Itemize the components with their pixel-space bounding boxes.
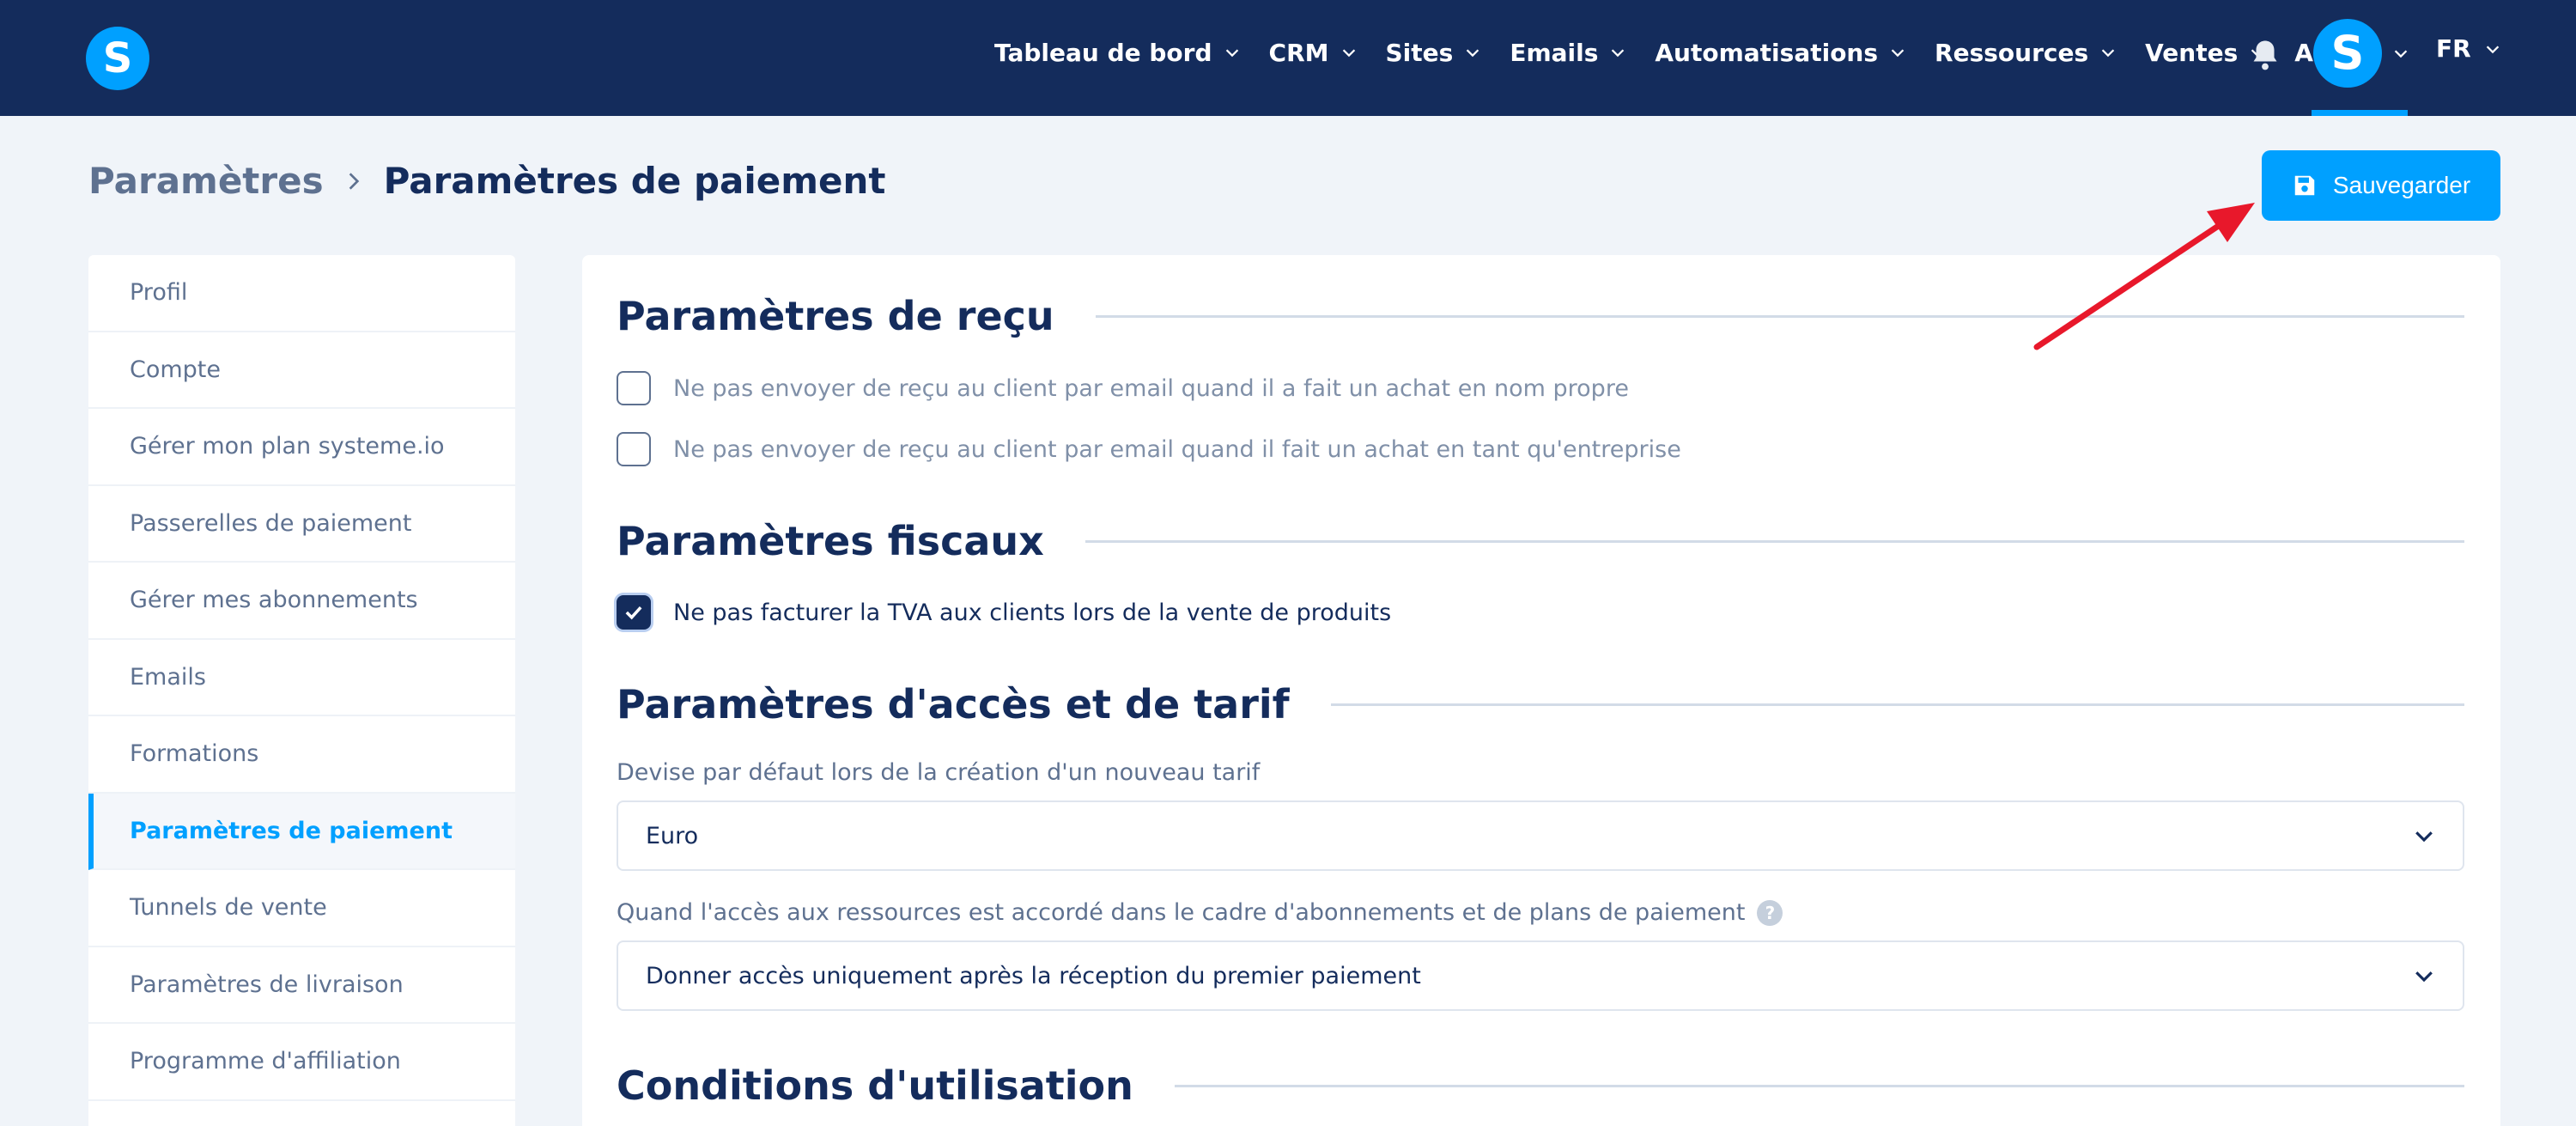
- page-title: Paramètres de paiement: [383, 160, 886, 202]
- select-value: Euro: [646, 822, 699, 849]
- user-avatar[interactable]: S: [2313, 19, 2382, 88]
- breadcrumb: Paramètres Paramètres de paiement: [88, 160, 885, 202]
- receipt-option-company[interactable]: Ne pas envoyer de reçu au client par ema…: [617, 432, 1681, 466]
- field-label-text: Devise par défaut lors de la création d'…: [617, 759, 1261, 786]
- access-label: Quand l'accès aux ressources est accordé…: [617, 899, 1783, 926]
- chevron-down-icon: [1467, 49, 1479, 58]
- checkbox[interactable]: [617, 595, 651, 630]
- nav-item-sites[interactable]: Sites: [1386, 39, 1483, 67]
- section-divider: [1174, 1084, 2464, 1087]
- currency-select[interactable]: Euro: [617, 800, 2464, 871]
- section-access: Paramètres d'accès et de tarif: [617, 681, 2464, 727]
- checkbox[interactable]: [617, 432, 651, 466]
- sidebar-item-label: Passerelles de paiement: [130, 509, 412, 537]
- nav-item-label: Ventes: [2145, 38, 2239, 67]
- nav-item-automations[interactable]: Automatisations: [1655, 39, 1907, 67]
- section-divider: [1330, 703, 2464, 706]
- settings-sidebar: Profil Compte Gérer mon plan systeme.io …: [88, 255, 515, 1126]
- chevron-down-icon: [2101, 49, 2115, 58]
- nav-item-label: CRM: [1268, 38, 1329, 67]
- sidebar-item-courses[interactable]: Formations: [88, 716, 515, 794]
- receipt-option-personal[interactable]: Ne pas envoyer de reçu au client par ema…: [617, 371, 1629, 405]
- sidebar-item-label: Compte: [130, 356, 222, 383]
- nav-item-resources[interactable]: Ressources: [1935, 39, 2117, 67]
- currency-label: Devise par défaut lors de la création d'…: [617, 759, 1260, 786]
- sidebar-item-payment-gateways[interactable]: Passerelles de paiement: [88, 486, 515, 563]
- section-title: Paramètres de reçu: [617, 293, 1054, 339]
- nav-item-emails[interactable]: Emails: [1510, 39, 1627, 67]
- sidebar-item-account[interactable]: Compte: [88, 332, 515, 409]
- section-title: Conditions d'utilisation: [617, 1062, 1133, 1109]
- nav-item-crm[interactable]: CRM: [1269, 39, 1358, 67]
- section-divider: [1084, 539, 2464, 543]
- chevron-down-icon: [1225, 49, 1238, 58]
- section-divider: [1095, 314, 2464, 318]
- language-selector[interactable]: FR: [2436, 34, 2502, 63]
- floppy-disk-icon: [2294, 175, 2315, 196]
- chevron-down-icon: [2486, 45, 2499, 53]
- access-select[interactable]: Donner accès uniquement après la récepti…: [617, 940, 2464, 1011]
- sidebar-item-label: Profil: [130, 279, 188, 307]
- sidebar-item-label: Paramètres de paiement: [130, 817, 453, 844]
- top-navbar: S Tableau de bord CRM Sites Emails Autom…: [0, 0, 2576, 116]
- sidebar-item-label: Paramètres de livraison: [130, 971, 404, 998]
- chevron-down-icon: [1612, 49, 1625, 58]
- fiscal-option-no-vat[interactable]: Ne pas facturer la TVA aux clients lors …: [617, 595, 1391, 630]
- section-terms: Conditions d'utilisation: [617, 1062, 2464, 1109]
- sidebar-item-plan[interactable]: Gérer mon plan systeme.io: [88, 409, 515, 486]
- nav-item-label: Emails: [1510, 38, 1599, 67]
- settings-panel: Paramètres de reçu Ne pas envoyer de reç…: [582, 255, 2500, 1126]
- sidebar-item-label: Programme d'affiliation: [130, 1048, 401, 1075]
- sidebar-item-emails[interactable]: Emails: [88, 640, 515, 716]
- sidebar-item-affiliate[interactable]: Programme d'affiliation: [88, 1024, 515, 1101]
- help-icon[interactable]: ?: [1757, 899, 1783, 926]
- chevron-down-icon[interactable]: [2391, 44, 2410, 63]
- systeme-logo[interactable]: S: [86, 27, 149, 90]
- section-receipt: Paramètres de reçu: [617, 293, 2464, 339]
- sidebar-item-label: Gérer mon plan systeme.io: [130, 433, 445, 460]
- checkbox-label: Ne pas envoyer de reçu au client par ema…: [673, 435, 1681, 463]
- sidebar-item-funnels[interactable]: Tunnels de vente: [88, 870, 515, 947]
- checkbox-label: Ne pas facturer la TVA aux clients lors …: [673, 599, 1392, 626]
- check-icon: [625, 606, 642, 620]
- chevron-down-icon: [1342, 49, 1355, 58]
- main-nav: Tableau de bord CRM Sites Emails Automat…: [994, 0, 2355, 105]
- chevron-right-icon: [349, 172, 359, 190]
- language-label: FR: [2436, 34, 2471, 63]
- sidebar-item-label: Tunnels de vente: [130, 894, 327, 922]
- sidebar-item-payment-settings[interactable]: Paramètres de paiement: [88, 793, 515, 870]
- section-title: Paramètres d'accès et de tarif: [617, 681, 1290, 727]
- breadcrumb-parent[interactable]: Paramètres: [88, 160, 324, 202]
- select-value: Donner accès uniquement après la récepti…: [646, 962, 1421, 989]
- sidebar-item-label: Emails: [130, 663, 206, 691]
- sidebar-item-subscriptions[interactable]: Gérer mes abonnements: [88, 563, 515, 640]
- save-button[interactable]: Sauvegarder: [2262, 150, 2500, 221]
- section-fiscal: Paramètres fiscaux: [617, 518, 2464, 564]
- active-indicator: [2312, 110, 2408, 116]
- nav-item-label: Ressources: [1935, 38, 2089, 67]
- field-label-text: Quand l'accès aux ressources est accordé…: [617, 899, 1746, 926]
- sidebar-item-label: Formations: [130, 740, 259, 768]
- checkbox[interactable]: [617, 371, 651, 405]
- sidebar-item-profile[interactable]: Profil: [88, 255, 515, 332]
- nav-item-label: Automatisations: [1655, 38, 1879, 67]
- section-title: Paramètres fiscaux: [617, 518, 1044, 564]
- sidebar-item-label: Gérer mes abonnements: [130, 587, 418, 614]
- checkbox-label: Ne pas envoyer de reçu au client par ema…: [673, 374, 1629, 402]
- save-button-label: Sauvegarder: [2332, 172, 2471, 198]
- sidebar-item-shipping[interactable]: Paramètres de livraison: [88, 947, 515, 1024]
- bell-icon[interactable]: [2250, 38, 2281, 72]
- nav-item-label: Sites: [1385, 38, 1454, 67]
- chevron-down-icon: [1891, 49, 1905, 58]
- chevron-down-icon: [2415, 971, 2433, 983]
- nav-item-label: Tableau de bord: [994, 38, 1212, 67]
- chevron-down-icon: [2415, 831, 2433, 843]
- nav-item-sales[interactable]: Ventes: [2145, 39, 2267, 67]
- nav-item-dashboard[interactable]: Tableau de bord: [994, 39, 1242, 67]
